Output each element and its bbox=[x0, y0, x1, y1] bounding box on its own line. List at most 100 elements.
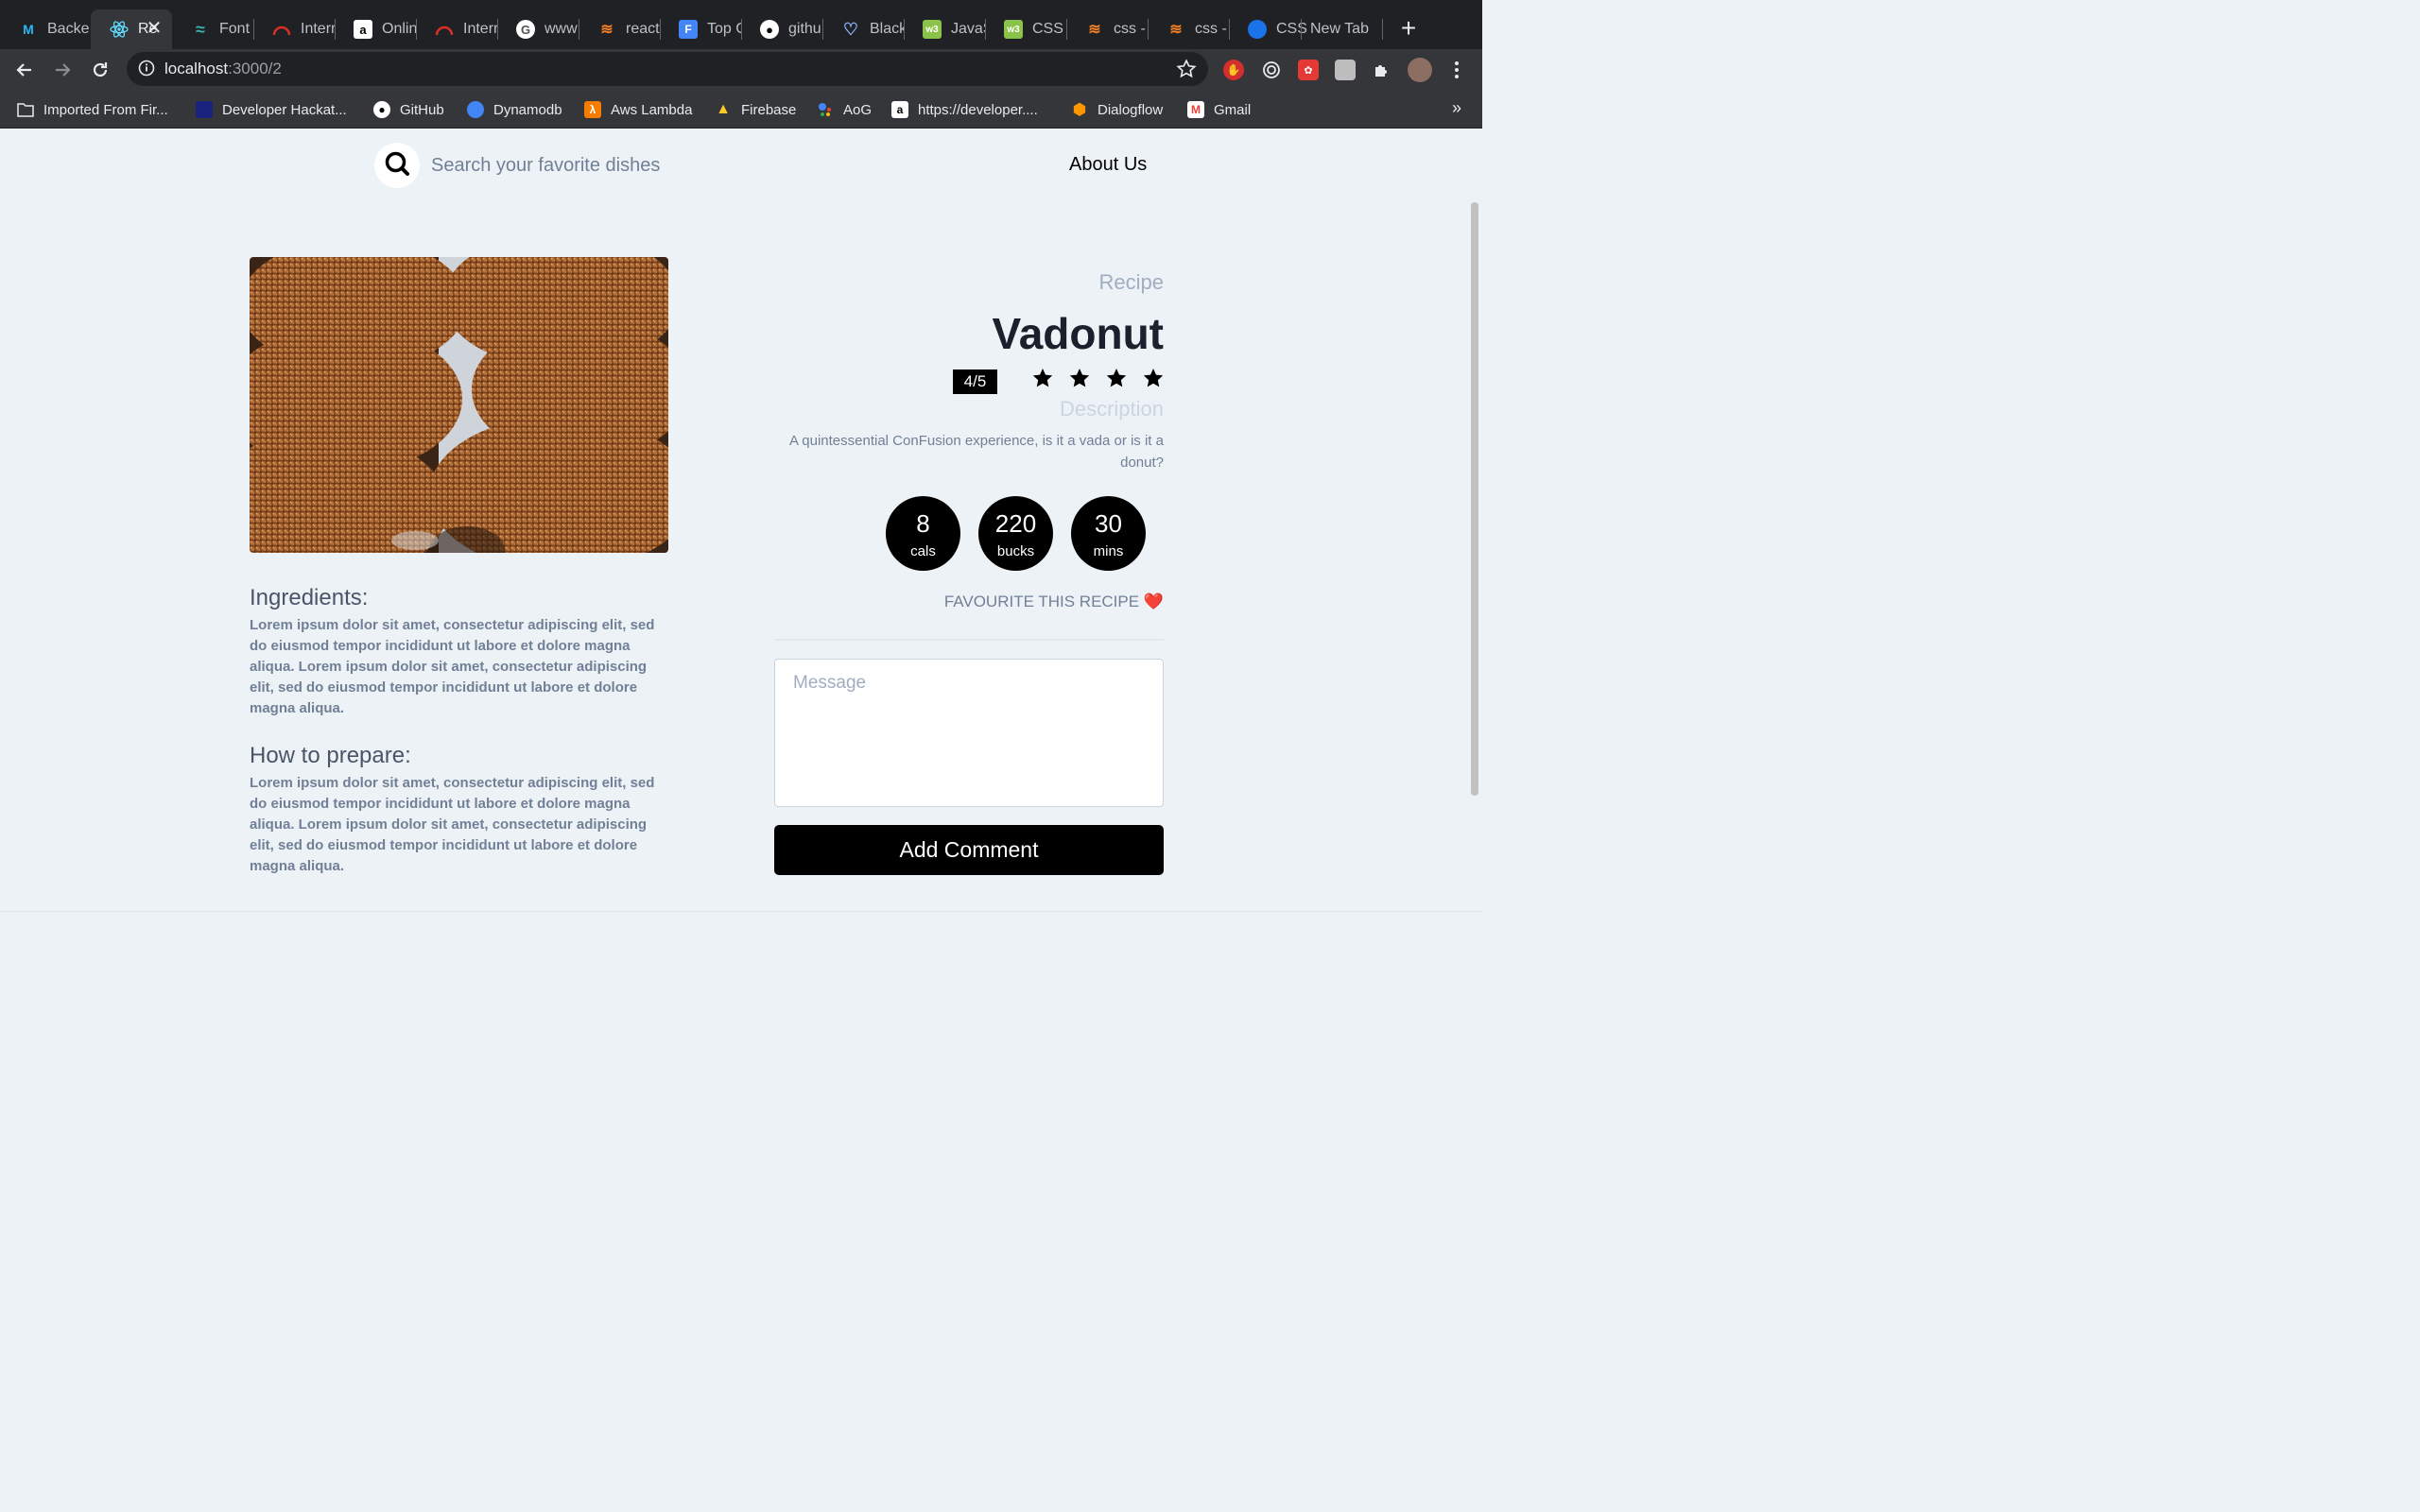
reload-icon[interactable] bbox=[87, 57, 113, 83]
profile-avatar[interactable] bbox=[1408, 58, 1432, 82]
recipe-page: About Us bbox=[0, 129, 1482, 926]
github-icon: ● bbox=[373, 101, 390, 118]
browser-tab[interactable]: ≋ css - bbox=[1066, 9, 1148, 49]
comment-message-input[interactable] bbox=[774, 659, 1164, 807]
bookmarks-overflow-icon[interactable]: » bbox=[1452, 98, 1461, 118]
browser-toolbar: localhost:3000/2 ✋ ✿ bbox=[0, 49, 1482, 91]
gmail-icon: M bbox=[1187, 101, 1204, 118]
url-text: localhost:3000/2 bbox=[164, 60, 282, 77]
browser-tab[interactable]: Interr bbox=[416, 9, 497, 49]
browser-tab[interactable]: ≈ Font bbox=[172, 9, 253, 49]
address-bar[interactable]: localhost:3000/2 bbox=[127, 52, 1208, 86]
puzzle-extensions-icon[interactable] bbox=[1372, 60, 1392, 80]
bookmark-item[interactable]: M Gmail bbox=[1187, 98, 1251, 121]
stackoverflow-icon: ≋ bbox=[1169, 22, 1183, 38]
browser-tab[interactable]: CSS bbox=[1229, 9, 1310, 49]
bookmark-item[interactable]: Dynamodb bbox=[467, 98, 562, 121]
heart-outline-icon: ♡ bbox=[842, 19, 859, 39]
prepare-text: Lorem ipsum dolor sit amet, consectetur … bbox=[250, 775, 655, 874]
star-icon bbox=[1105, 367, 1128, 389]
assistant-icon bbox=[817, 101, 834, 118]
calories-stat: 8 cals bbox=[886, 496, 960, 571]
bookmark-item[interactable]: AoG bbox=[817, 98, 872, 121]
browser-tab[interactable]: M Backe bbox=[0, 9, 91, 49]
new-tab-icon[interactable]: + bbox=[1395, 15, 1422, 42]
recipe-label: Recipe bbox=[1098, 270, 1164, 294]
bookmark-item[interactable]: Imported From Fir... bbox=[17, 98, 168, 121]
stat-value: 30 bbox=[1095, 509, 1122, 538]
w3schools-icon: w3 bbox=[1004, 20, 1023, 39]
heart-icon: ❤️ bbox=[1143, 593, 1164, 610]
price-stat: 220 bucks bbox=[978, 496, 1053, 571]
ingredients-title: Ingredients: bbox=[250, 585, 369, 610]
browser-tab[interactable]: F Top G bbox=[660, 9, 741, 49]
divider bbox=[774, 639, 1164, 641]
favourite-label: FAVOURITE THIS RECIPE bbox=[943, 593, 1140, 610]
target-extension-icon[interactable] bbox=[1261, 60, 1282, 80]
bookmark-item[interactable]: Developer Hackat... bbox=[196, 98, 347, 121]
recipe-name: Vadonut bbox=[992, 309, 1164, 358]
amazon-icon: a bbox=[354, 20, 372, 39]
about-us-link[interactable]: About Us bbox=[1069, 154, 1147, 176]
bookmark-item[interactable]: ● GitHub bbox=[373, 98, 444, 121]
star-icon bbox=[1031, 367, 1054, 389]
react-icon bbox=[110, 20, 129, 39]
browser-tab[interactable]: New Tab bbox=[1301, 9, 1382, 49]
dish-image bbox=[250, 257, 668, 553]
forms-icon: F bbox=[679, 20, 698, 39]
dev-extension-icon[interactable]: ✿ bbox=[1298, 60, 1319, 80]
github-icon: ● bbox=[760, 20, 779, 39]
rating-badge: 4/5 bbox=[953, 369, 997, 394]
stat-unit: mins bbox=[1093, 543, 1124, 559]
bookmark-item[interactable]: λ Aws Lambda bbox=[584, 98, 692, 121]
page-bottom-edge bbox=[0, 911, 1482, 926]
browser-tab-active[interactable]: Re ✕ bbox=[91, 9, 172, 49]
back-arrow-icon[interactable] bbox=[11, 57, 38, 83]
stat-value: 220 bbox=[994, 509, 1037, 538]
forward-arrow-icon[interactable] bbox=[49, 57, 76, 83]
favourite-recipe-button[interactable]: FAVOURITE THIS RECIPE ❤️ bbox=[774, 593, 1164, 611]
browser-tab[interactable]: w3 CSS bbox=[985, 9, 1066, 49]
stackoverflow-icon: ≋ bbox=[1088, 22, 1101, 38]
browser-tab[interactable]: ♡ Black bbox=[822, 9, 904, 49]
info-icon[interactable] bbox=[138, 60, 155, 81]
bookmark-item[interactable]: ▲ Firebase bbox=[715, 98, 796, 121]
speedometer-icon bbox=[435, 20, 454, 39]
scrollbar-thumb[interactable] bbox=[1471, 202, 1478, 796]
tailwind-icon: ≈ bbox=[196, 19, 205, 39]
bookmark-item[interactable]: a https://developer.... bbox=[891, 98, 1038, 121]
browser-tab[interactable]: Interr bbox=[253, 9, 335, 49]
stackoverflow-icon: ≋ bbox=[600, 22, 614, 38]
stat-unit: cals bbox=[910, 543, 936, 559]
browser-tab[interactable]: ≋ react bbox=[579, 9, 660, 49]
lambda-icon: λ bbox=[584, 101, 601, 118]
ingredients-text: Lorem ipsum dolor sit amet, consectetur … bbox=[250, 617, 655, 716]
search-icon bbox=[384, 150, 410, 181]
firebase-icon: ▲ bbox=[716, 101, 731, 117]
amazon-icon: a bbox=[891, 101, 908, 118]
page-scrollbar[interactable] bbox=[1466, 129, 1482, 926]
add-comment-button[interactable]: Add Comment bbox=[774, 825, 1164, 875]
bookmark-item[interactable]: ⬢ Dialogflow bbox=[1071, 98, 1163, 121]
bookmarks-bar: Imported From Fir... Developer Hackat...… bbox=[0, 91, 1482, 129]
star-icon bbox=[1142, 367, 1165, 389]
browser-tab[interactable]: ● githu bbox=[741, 9, 822, 49]
kebab-menu-icon[interactable] bbox=[1446, 60, 1467, 80]
browser-tab[interactable]: w3 JavaS bbox=[904, 9, 985, 49]
browser-tab[interactable]: G www bbox=[497, 9, 579, 49]
close-tab-icon[interactable]: ✕ bbox=[144, 18, 164, 39]
browser-tab[interactable]: a Onlin bbox=[335, 9, 416, 49]
star-icon bbox=[1068, 367, 1091, 389]
bookmark-star-icon[interactable] bbox=[1176, 59, 1197, 84]
search-input[interactable] bbox=[431, 151, 847, 180]
search-button[interactable] bbox=[374, 143, 420, 188]
stat-value: 8 bbox=[916, 509, 930, 538]
globe-icon bbox=[1248, 20, 1267, 39]
browser-tab[interactable]: ≋ css - bbox=[1148, 9, 1229, 49]
folder-icon bbox=[17, 101, 34, 118]
adblock-extension-icon[interactable]: ✋ bbox=[1223, 60, 1244, 80]
dialogflow-icon: ⬢ bbox=[1073, 102, 1086, 118]
stat-unit: bucks bbox=[996, 543, 1035, 559]
image-extension-icon[interactable] bbox=[1335, 60, 1356, 80]
w3schools-icon: w3 bbox=[923, 20, 942, 39]
